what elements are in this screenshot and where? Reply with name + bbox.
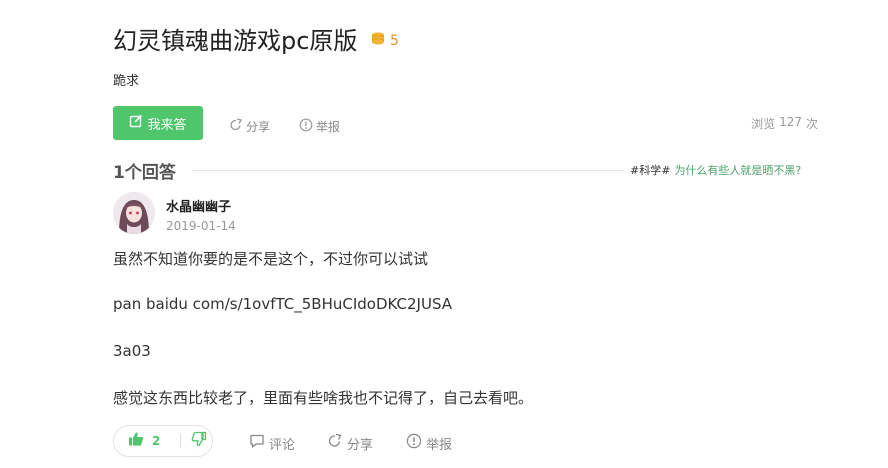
like-button[interactable]: 2 bbox=[114, 431, 160, 451]
edit-icon bbox=[129, 114, 143, 132]
comment-icon bbox=[249, 433, 265, 453]
topic-tag: #科学# bbox=[630, 164, 671, 177]
comment-button[interactable]: 评论 bbox=[249, 433, 295, 453]
report-label: 举报 bbox=[316, 120, 341, 134]
answers-count: 1个回答 bbox=[113, 163, 176, 183]
avatar[interactable] bbox=[113, 192, 155, 234]
answer-paragraph: 虽然不知道你要的是不是这个，不过你可以试试 bbox=[113, 250, 429, 268]
answer-share-label: 分享 bbox=[347, 437, 374, 453]
reward-amount: 5 bbox=[390, 33, 399, 49]
report-button[interactable]: 举报 bbox=[299, 118, 340, 135]
question-description: 跪求 bbox=[113, 74, 140, 89]
topic-link[interactable]: 为什么有些人就是晒不黑? bbox=[674, 164, 801, 177]
reward: 5 bbox=[370, 31, 399, 51]
coin-icon bbox=[370, 31, 386, 51]
share-icon bbox=[229, 118, 243, 135]
answer-report-button[interactable]: 举报 bbox=[406, 433, 452, 453]
views-label: 浏览 bbox=[751, 117, 776, 131]
answer-paragraph: pan baidu com/s/1ovfTC_5BHuCIdoDKC2JUSA bbox=[113, 295, 453, 313]
views-number: 127 bbox=[779, 115, 802, 129]
answer-share-button[interactable]: 分享 bbox=[327, 433, 373, 453]
share-button[interactable]: 分享 bbox=[229, 118, 270, 135]
share-icon bbox=[327, 433, 343, 453]
username[interactable]: 水晶幽幽子 bbox=[166, 196, 231, 215]
thumbs-down-icon bbox=[191, 431, 207, 451]
answer-paragraph: 3a03 bbox=[113, 342, 151, 360]
topic-promo[interactable]: #科学# 为什么有些人就是晒不黑? bbox=[630, 162, 801, 178]
alert-icon bbox=[299, 118, 313, 135]
vote-widget: 2 bbox=[113, 425, 213, 457]
answer-report-label: 举报 bbox=[426, 437, 453, 453]
view-count: 浏览 127 次 bbox=[751, 115, 818, 132]
vote-divider bbox=[180, 434, 182, 448]
answer-button[interactable]: 我来答 bbox=[113, 106, 203, 140]
alert-icon bbox=[406, 433, 422, 453]
question-title: 幻灵镇魂曲游戏pc原版 bbox=[113, 27, 358, 55]
views-unit: 次 bbox=[805, 117, 818, 131]
dislike-button[interactable] bbox=[191, 431, 207, 451]
comment-label: 评论 bbox=[269, 437, 296, 453]
answer-button-label: 我来答 bbox=[147, 117, 187, 133]
like-count: 2 bbox=[152, 434, 161, 448]
answer-date: 2019-01-14 bbox=[166, 219, 236, 233]
share-label: 分享 bbox=[246, 120, 271, 134]
thumbs-up-icon bbox=[128, 431, 144, 451]
answer-paragraph: 感觉这东西比较老了，里面有些啥我也不记得了，自己去看吧。 bbox=[113, 389, 534, 407]
divider bbox=[192, 170, 624, 171]
